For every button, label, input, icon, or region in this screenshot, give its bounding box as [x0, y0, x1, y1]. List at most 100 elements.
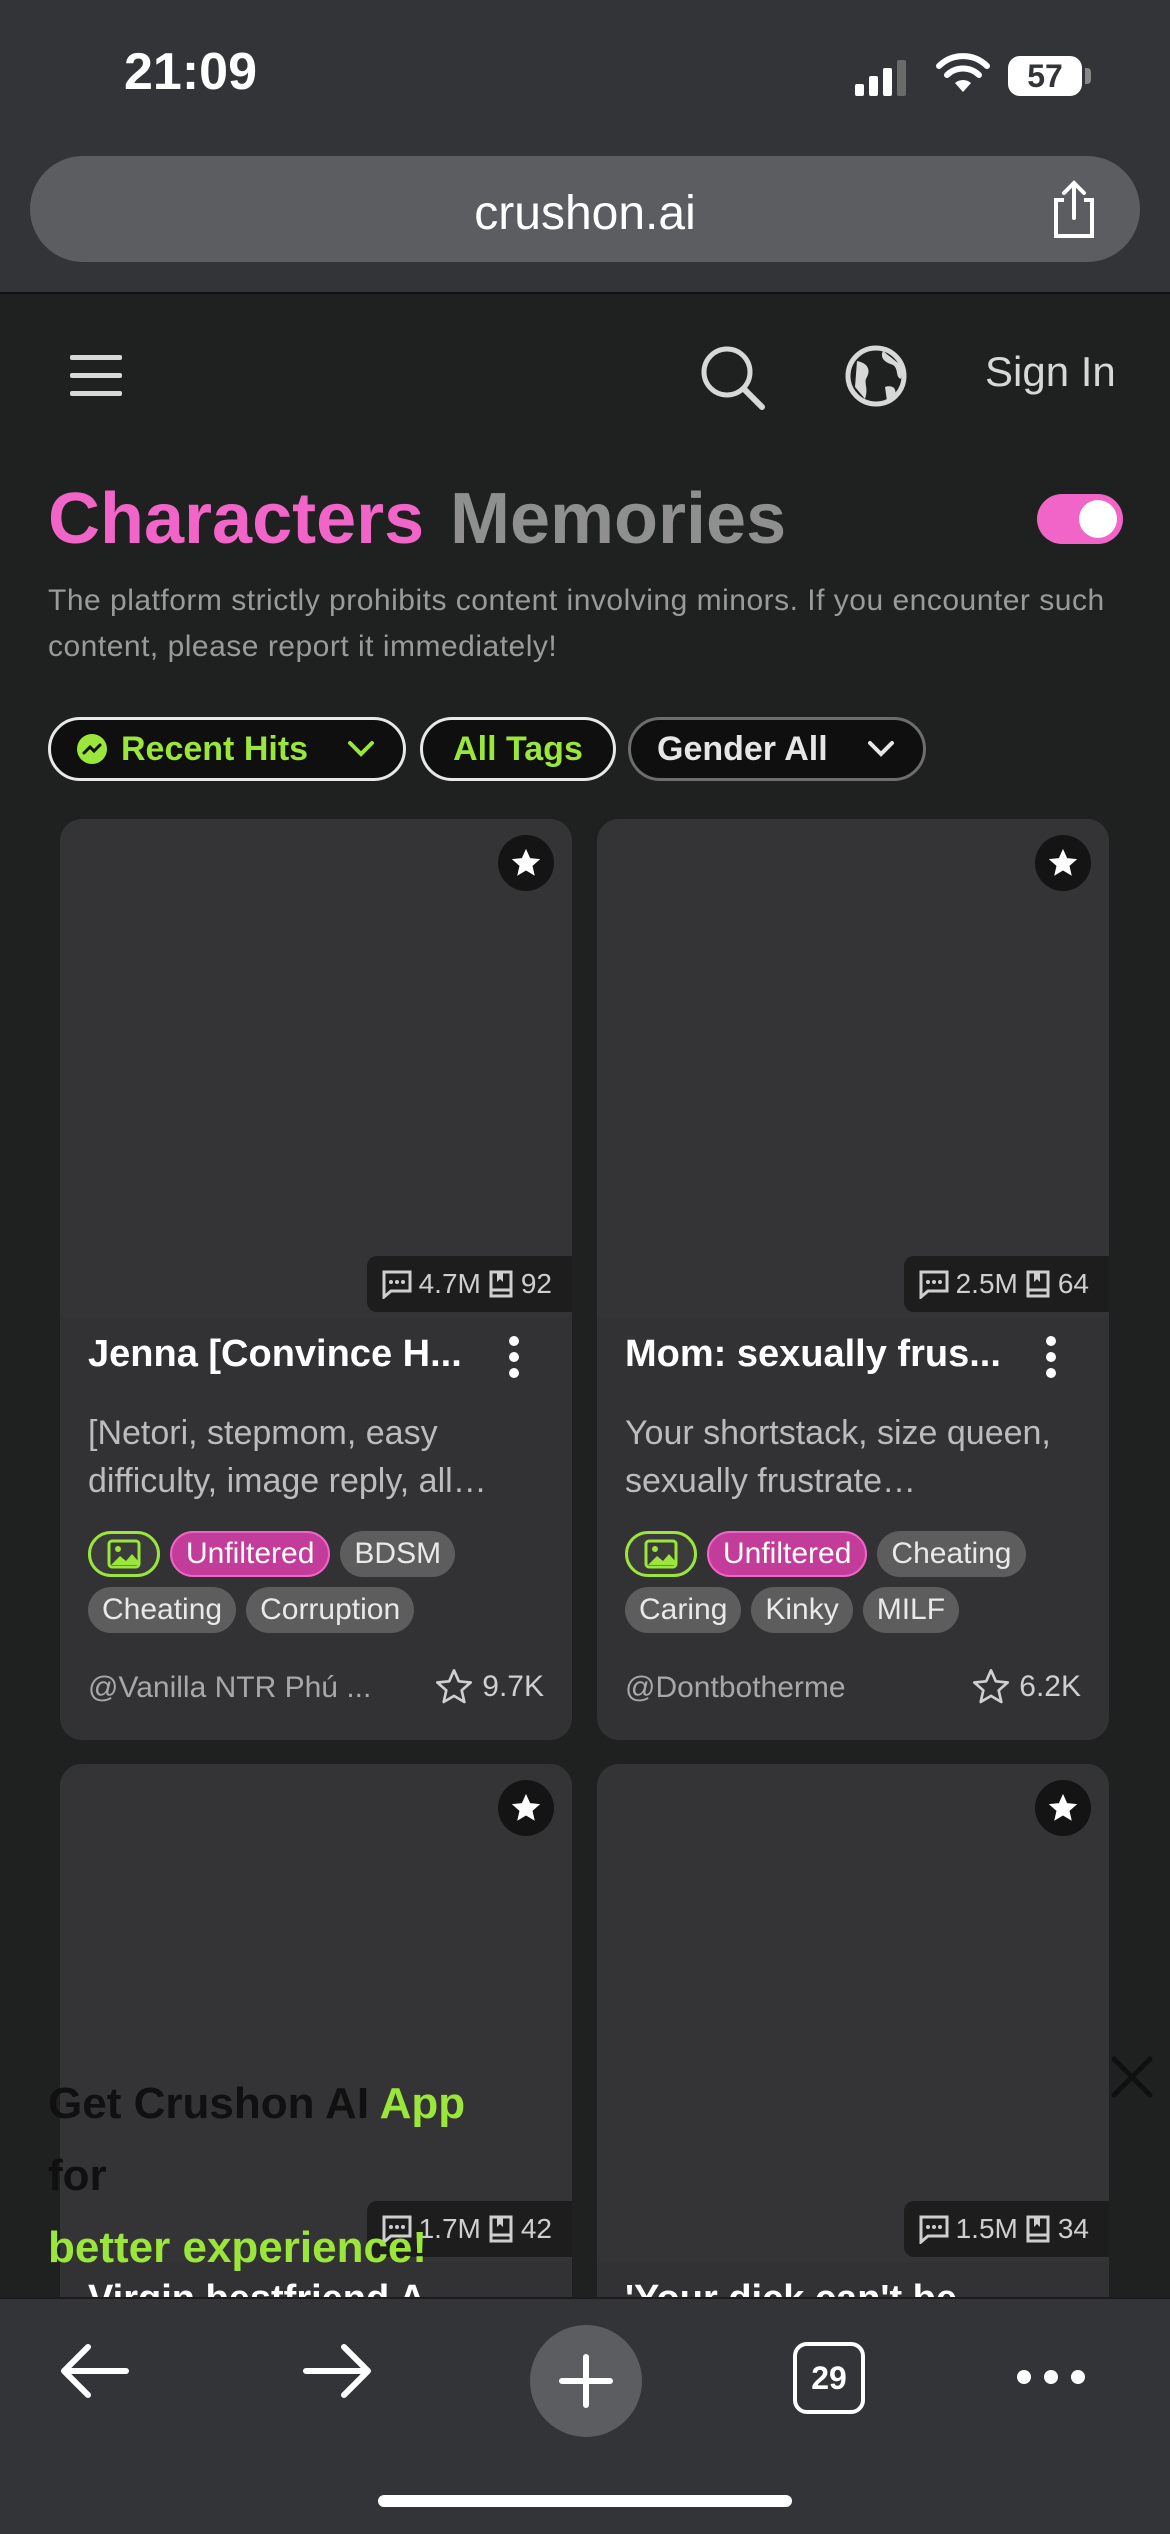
star-icon [1048, 848, 1078, 876]
card-likes: 6.2K [971, 1667, 1081, 1707]
globe-icon[interactable] [843, 343, 909, 409]
tag-list: Unfiltered BDSM Cheating Corruption [88, 1531, 558, 1633]
chat-icon [382, 1270, 412, 1299]
book-icon [489, 1270, 513, 1298]
image-icon [644, 1539, 678, 1569]
card-title[interactable]: Mom: sexually frus... [625, 1333, 1025, 1376]
star-outline-icon [436, 1669, 473, 1704]
tab-memories[interactable]: Memories [450, 478, 786, 560]
tag-unfiltered[interactable]: Unfiltered [707, 1531, 868, 1577]
chat-icon [919, 2215, 949, 2244]
memory-count: 42 [520, 2213, 552, 2244]
promo-line-1: Get Crushon AI App [48, 2068, 465, 2140]
tag-bdsm[interactable]: BDSM [340, 1531, 456, 1577]
card-likes: 9.7K [434, 1667, 544, 1707]
card-author[interactable]: @Dontbotherme [625, 1671, 925, 1705]
book-icon [1026, 2215, 1050, 2243]
chevron-down-icon [868, 741, 894, 757]
favorite-button[interactable] [498, 1780, 554, 1836]
address-bar[interactable]: crushon.ai [30, 156, 1140, 262]
hamburger-menu-icon[interactable] [70, 355, 122, 397]
card-description: Your shortstack, size queen, sexually fr… [625, 1414, 1051, 1500]
forward-arrow-icon[interactable] [302, 2341, 374, 2401]
tag-corruption[interactable]: Corruption [246, 1587, 415, 1633]
card-author[interactable]: @Vanilla NTR Phú ... [88, 1671, 388, 1705]
likes-count: 6.2K [1019, 1670, 1081, 1703]
new-tab-button[interactable] [530, 2325, 642, 2437]
character-image[interactable] [597, 819, 1109, 1317]
chevron-down-icon [348, 741, 374, 757]
status-bar: 21:09 57 [0, 0, 1170, 150]
browser-url-area: crushon.ai [0, 150, 1170, 294]
character-card[interactable]: 2.5M 64 Mom: sexually frus... Your short… [597, 819, 1109, 1740]
memory-count: 64 [1057, 1268, 1089, 1299]
url-text[interactable]: crushon.ai [30, 186, 1140, 241]
recent-hits-label: Recent Hits [121, 729, 309, 768]
memory-count: 92 [520, 1268, 552, 1299]
book-icon [1026, 1270, 1050, 1298]
all-tags-label: All Tags [453, 729, 583, 768]
tag-list: Unfiltered Cheating Caring Kinky MILF [625, 1531, 1095, 1633]
favorite-button[interactable] [1035, 1780, 1091, 1836]
more-options-icon[interactable] [508, 1335, 520, 1379]
card-stats: 2.5M 64 [903, 1256, 1109, 1312]
more-menu-icon[interactable] [1015, 2367, 1087, 2387]
gender-filter[interactable]: Gender All [628, 717, 926, 781]
star-outline-icon [973, 1669, 1010, 1704]
tag-milf[interactable]: MILF [862, 1587, 960, 1633]
gender-label: Gender All [657, 729, 828, 768]
app-promo-banner[interactable]: Get Crushon AI App for better experience… [48, 2068, 465, 2284]
image-icon [107, 1539, 141, 1569]
toggle-knob [1079, 500, 1117, 538]
all-tags-filter[interactable]: All Tags [420, 717, 616, 781]
back-arrow-icon[interactable] [58, 2341, 130, 2401]
promo-app-text: App [379, 2079, 466, 2128]
star-icon [511, 848, 541, 876]
tag-cheating[interactable]: Cheating [877, 1531, 1026, 1577]
tag-unfiltered[interactable]: Unfiltered [170, 1531, 331, 1577]
close-icon[interactable] [1110, 2055, 1154, 2099]
promo-line-2: for [48, 2151, 107, 2200]
tab-switcher-button[interactable]: 29 [793, 2342, 865, 2414]
more-options-icon[interactable] [1045, 1335, 1057, 1379]
home-indicator [378, 2495, 792, 2507]
nsfw-toggle[interactable] [1037, 494, 1123, 544]
message-count: 2.5M [955, 1268, 1018, 1299]
memory-count: 34 [1057, 2213, 1089, 2244]
tag-caring[interactable]: Caring [625, 1587, 742, 1633]
promo-text-1: Get Crushon AI [48, 2079, 380, 2128]
battery-cap [1085, 68, 1091, 84]
favorite-button[interactable] [1035, 835, 1091, 891]
card-description: [Netori, stepmom, easy difficulty, image… [88, 1414, 487, 1500]
recent-hits-filter[interactable]: Recent Hits [48, 717, 406, 781]
book-icon [489, 2215, 513, 2243]
character-image[interactable] [60, 819, 572, 1317]
card-title[interactable]: Jenna [Convince H... [88, 1333, 488, 1376]
favorite-button[interactable] [498, 835, 554, 891]
sign-in-link[interactable]: Sign In [985, 348, 1116, 396]
status-time: 21:09 [124, 43, 257, 101]
star-icon [511, 1793, 541, 1821]
message-count: 1.5M [955, 2213, 1018, 2244]
message-count: 4.7M [418, 1268, 481, 1299]
plus-icon [559, 2354, 613, 2408]
chat-icon [919, 1270, 949, 1299]
battery-icon: 57 [1008, 56, 1082, 96]
tag-kinky[interactable]: Kinky [751, 1587, 853, 1633]
card-stats: 4.7M 92 [366, 1256, 572, 1312]
tab-characters[interactable]: Characters [48, 478, 424, 560]
character-card[interactable]: 1.5M 34 'Your dick can't be... [597, 1764, 1109, 2324]
image-tag [625, 1531, 697, 1577]
trending-icon [77, 734, 107, 764]
character-card[interactable]: 4.7M 92 Jenna [Convince H... [Netori, st… [60, 819, 572, 1740]
star-icon [1048, 1793, 1078, 1821]
character-image[interactable] [597, 1764, 1109, 2262]
search-icon[interactable] [698, 343, 766, 411]
cellular-signal-icon [855, 60, 906, 96]
tag-cheating[interactable]: Cheating [88, 1587, 237, 1633]
card-stats: 1.5M 34 [903, 2201, 1109, 2257]
likes-count: 9.7K [482, 1670, 544, 1703]
content-notice: The platform strictly prohibits content … [48, 584, 1105, 663]
share-icon[interactable] [1048, 180, 1100, 240]
wifi-icon [936, 53, 990, 92]
